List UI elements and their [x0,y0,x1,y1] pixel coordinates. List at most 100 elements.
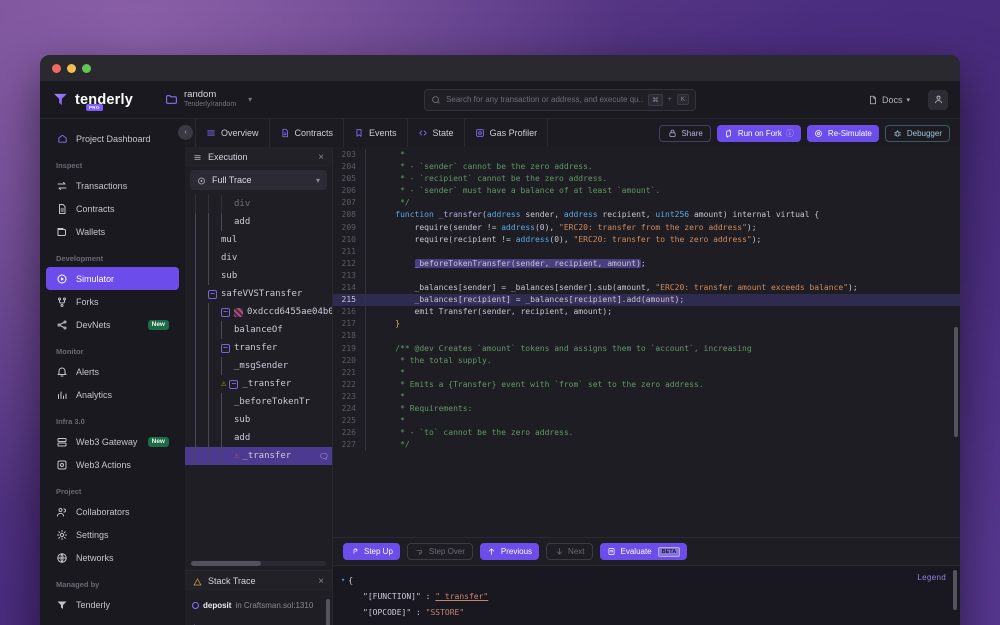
info-icon[interactable]: ⓘ [786,128,794,139]
run-on-fork-button[interactable]: Run on Forkⓘ [717,125,801,142]
collapse-toggle-icon[interactable]: − [208,290,217,299]
tab-label: Gas Profiler [490,128,538,138]
trace-node[interactable]: div [185,249,332,267]
user-avatar-button[interactable] [928,90,948,110]
sidebar-item-simulator[interactable]: Simulator [46,267,179,290]
gutter [365,270,372,282]
trace-node[interactable]: −safeVVSTransfer [185,285,332,303]
trace-node[interactable]: mul [185,231,332,249]
chevron-down-icon[interactable]: ▾ [248,95,252,104]
sidebar-item-networks[interactable]: Networks [46,546,179,569]
gutter [365,234,372,246]
docs-menu[interactable]: Docs ▾ [868,95,910,105]
gutter [365,209,372,221]
collapse-toggle-icon[interactable]: − [221,344,230,353]
collapse-toggle-icon[interactable]: − [229,380,238,389]
collapse-sidebar-button[interactable]: ‹ [178,125,193,140]
step-up-button[interactable]: Step Up [343,543,400,560]
sidebar-item-contracts[interactable]: Contracts [46,197,179,220]
analytics-icon [56,389,68,401]
json-scrollbar[interactable] [953,570,957,610]
project-selector[interactable]: random Tenderly/random ▾ [165,90,252,109]
sidebar-item-settings[interactable]: Settings [46,523,179,546]
json-key: "[OPCODE]" [363,608,411,617]
tab-overview[interactable]: Overview [195,119,270,147]
tab-gas-profiler[interactable]: Gas Profiler [465,119,549,147]
trace-node[interactable]: sub [185,267,332,285]
docs-chevron-down-icon[interactable]: ▾ [906,96,910,104]
sidebar-item-web3-gateway[interactable]: Web3 GatewayNew [46,430,179,453]
close-window-button[interactable] [52,64,61,73]
search-icon [431,95,441,105]
comment-icon[interactable]: 🗨 [319,452,332,461]
code-text: * [372,415,405,427]
stack-trace-scrollbar[interactable] [326,599,330,625]
fork-icon [724,128,734,138]
sidebar-item-alerts[interactable]: Alerts [46,360,179,383]
sidebar-item-collaborators[interactable]: Collaborators [46,500,179,523]
code-scrollbar[interactable] [954,327,958,437]
trace-node[interactable]: ⚠−_transfer [185,375,332,393]
line-number: 205 [333,173,365,185]
previous-button[interactable]: Previous [480,543,539,560]
transactions-icon [56,180,68,192]
minimize-window-button[interactable] [67,64,76,73]
trace-node[interactable]: add [185,429,332,447]
trace-node[interactable]: _beforeTokenTr [185,393,332,411]
trace-node[interactable]: div [185,195,332,213]
stack-trace-row[interactable]: depositin Craftsman.sol:1310 [185,594,332,617]
legend-link[interactable]: Legend [917,573,946,582]
sidebar-item-devnets[interactable]: DevNetsNew [46,313,179,336]
code-text: */ [372,197,410,209]
collapse-toggle-icon[interactable]: − [221,308,230,317]
target-icon [197,176,206,185]
tab-contracts[interactable]: Contracts [270,119,345,147]
tab-events[interactable]: Events [344,119,408,147]
button-label: Re-Simulate [828,129,872,138]
evaluate-button[interactable]: EvaluateBETA [600,543,688,560]
debugger-button[interactable]: Debugger [885,125,950,142]
sidebar-item-analytics[interactable]: Analytics [46,383,179,406]
bookmark-icon [354,128,364,138]
sidebar-item-transactions[interactable]: Transactions [46,174,179,197]
chevron-down-icon[interactable]: ▾ [316,176,320,185]
trace-node[interactable]: −0xdccd6455ae04b03d78 [185,303,332,321]
trace-node[interactable]: _msgSender [185,357,332,375]
line-number: 215 [333,294,365,306]
execution-tree[interactable]: divaddmuldivsub−safeVVSTransfer−0xdccd64… [185,193,332,559]
stack-trace-list[interactable]: depositin Craftsman.sol:1310↳safeVVSTran… [185,591,332,625]
folder-icon [165,93,178,106]
trace-node[interactable]: −transfer [185,339,332,357]
trace-node[interactable]: add [185,213,332,231]
json-output-panel[interactable]: Legend ▾{"[FUNCTION]" : "_transfer""[OPC… [333,565,960,625]
search-input[interactable]: Search for any transaction or address, a… [424,89,696,111]
code-line: 209 require(sender != address(0), "ERC20… [333,222,960,234]
share-button[interactable]: Share [659,125,710,142]
evaluate-icon [607,547,617,557]
trace-node[interactable]: balanceOf [185,321,332,339]
stack-trace-row[interactable]: ↳safeVVSTransferin Craftsman.sol:1 [185,617,332,625]
trace-node[interactable]: sub [185,411,332,429]
trace-node-label: sub [221,271,237,281]
sidebar-item-web3-actions[interactable]: Web3 Actions [46,453,179,476]
sidebar-item-wallets[interactable]: Wallets [46,220,179,243]
full-trace-selector[interactable]: Full Trace ▾ [190,170,327,190]
re-simulate-button[interactable]: Re-Simulate [807,125,879,142]
code-text: /** @dev Creates `amount` tokens and ass… [372,343,752,355]
execution-panel-title: Execution [208,152,312,162]
trace-node[interactable]: ⚠_transfer🗨 [185,447,332,465]
tenderly-logo[interactable]: tenderly PRO [52,91,133,108]
sidebar-item-tenderly[interactable]: Tenderly [46,593,179,616]
maximize-window-button[interactable] [82,64,91,73]
sidebar-item-forks[interactable]: Forks [46,290,179,313]
close-icon[interactable]: × [318,576,324,587]
sidebar-item-project-dashboard[interactable]: Project Dashboard [46,127,179,150]
source-code-viewer[interactable]: 203 * 204 * - `sender` cannot be the zer… [333,147,960,537]
tab-state[interactable]: State [408,119,465,147]
code-text: * [372,367,405,379]
json-line: "[INPUT]" : "0x" [341,620,960,625]
tenderly-logo-text: tenderly [75,92,133,108]
execution-tree-hscrollbar[interactable] [191,561,326,566]
json-collapse-caret[interactable]: ▾ [341,576,345,584]
close-icon[interactable]: × [318,152,324,163]
